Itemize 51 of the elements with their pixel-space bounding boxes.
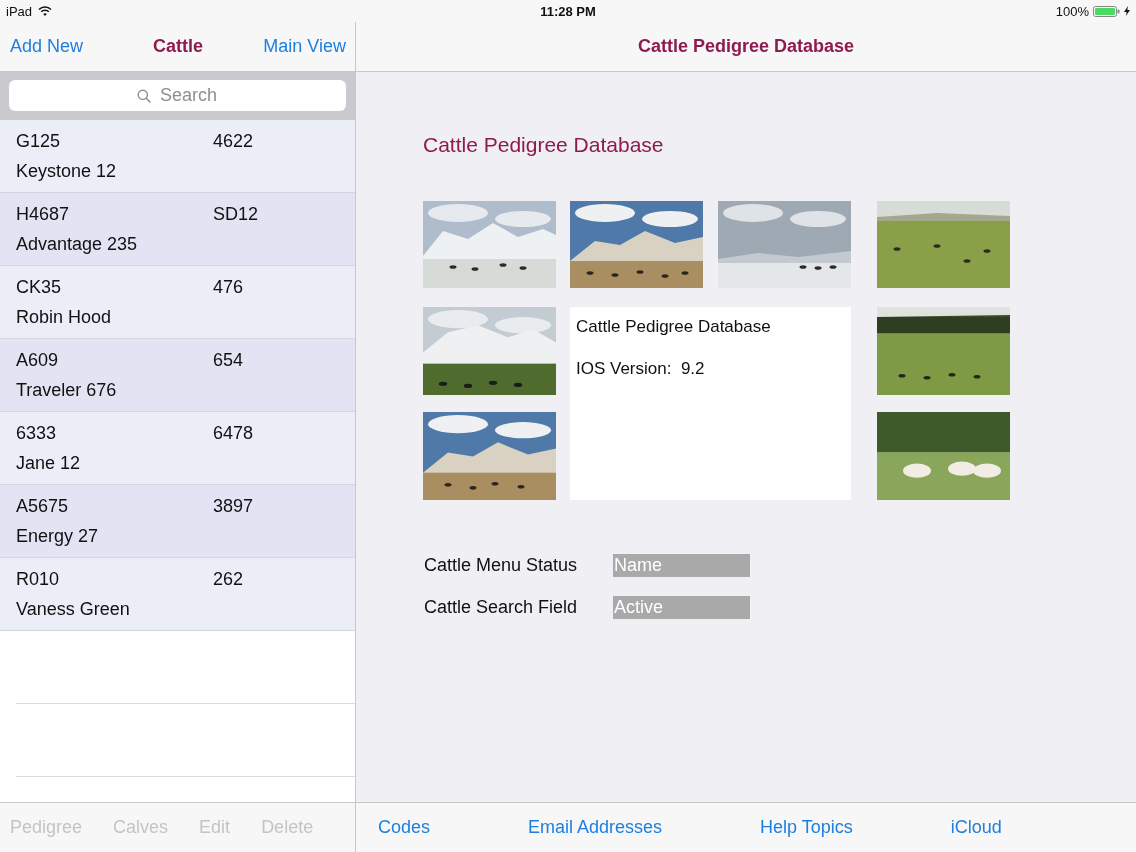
cattle-number: 4622 — [213, 130, 254, 152]
field-label: Cattle Menu Status — [424, 555, 578, 576]
main-view-button[interactable]: Main View — [263, 36, 346, 57]
version-text: IOS Version: 9.2 — [576, 359, 705, 379]
info-title: Cattle Pedigree Database — [576, 317, 771, 337]
charging-bolt-icon — [1124, 6, 1130, 16]
status-time: 11:28 PM — [540, 3, 596, 19]
battery-percent: 100% — [1055, 3, 1089, 19]
cattle-name: Energy 27 — [16, 525, 99, 547]
cattle-name: Jane 12 — [16, 452, 81, 474]
field-label: Cattle Search Field — [424, 597, 578, 618]
cattle-code: H4687 — [16, 203, 70, 225]
nav-title: Cattle — [153, 36, 203, 57]
search-icon — [137, 89, 151, 103]
cattle-number: 6478 — [213, 422, 254, 444]
cattle-name: Traveler 676 — [16, 379, 117, 401]
battery-icon — [1093, 5, 1120, 17]
cattle-code: G125 — [16, 130, 61, 152]
toolbar-button[interactable]: iCloud — [950, 817, 1002, 838]
toolbar-button[interactable]: Email Addresses — [528, 817, 663, 838]
cattle-name: Robin Hood — [16, 306, 112, 328]
cattle-row[interactable]: A5675 3897 Energy 27 — [0, 485, 355, 558]
cattle-row[interactable]: R010 262 Vaness Green — [0, 558, 355, 631]
cattle-number: 3897 — [213, 495, 254, 517]
cattle-row[interactable]: CK35 476 Robin Hood — [0, 266, 355, 339]
carrier-label: iPad — [6, 3, 33, 19]
cattle-number: 654 — [213, 349, 244, 371]
cattle-name: Advantage 235 — [16, 233, 138, 255]
toolbar-button[interactable]: Help Topics — [760, 817, 853, 838]
cattle-code: R010 — [16, 568, 60, 590]
cattle-row[interactable]: A609 654 Traveler 676 — [0, 339, 355, 412]
cattle-number: 262 — [213, 568, 244, 590]
nav-title: Cattle Pedigree Database — [637, 36, 855, 57]
cattle-number: 476 — [213, 276, 244, 298]
cattle-row[interactable]: H4687 SD12 Advantage 235 — [0, 193, 355, 266]
cattle-number: SD12 — [213, 203, 259, 225]
cattle-name: Vaness Green — [16, 598, 130, 620]
search-field[interactable]: Search — [9, 80, 346, 111]
cattle-row[interactable]: G125 4622 Keystone 12 — [0, 120, 355, 193]
page-heading: Cattle Pedigree Database — [423, 132, 664, 158]
value-field[interactable]: Name — [613, 554, 750, 577]
toolbar-button[interactable]: Codes — [378, 817, 431, 838]
cattle-code: A609 — [16, 349, 59, 371]
value-field[interactable]: Active — [613, 596, 750, 619]
cattle-row[interactable]: 6333 6478 Jane 12 — [0, 412, 355, 485]
cattle-name: Keystone 12 — [16, 160, 117, 182]
cattle-code: 6333 — [16, 422, 57, 444]
add-new-button[interactable]: Add New — [10, 36, 84, 57]
cattle-code: CK35 — [16, 276, 62, 298]
wifi-icon — [38, 6, 53, 16]
cattle-code: A5675 — [16, 495, 69, 517]
